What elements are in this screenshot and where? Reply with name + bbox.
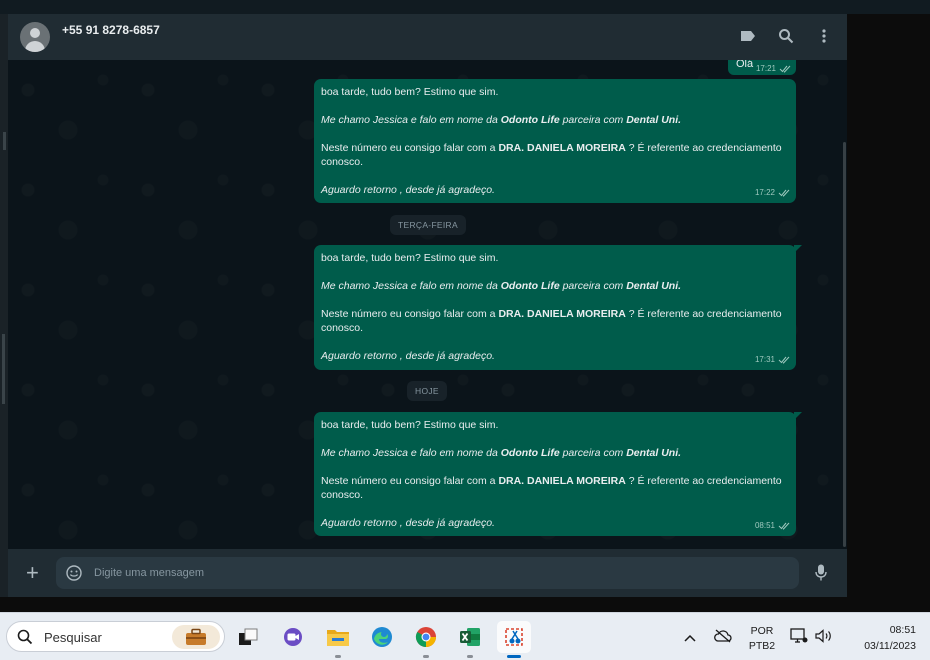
message-text: Olá: [736, 60, 754, 70]
video-call-icon[interactable]: [276, 621, 310, 653]
emoji-icon[interactable]: [66, 565, 82, 586]
day-separator: HOJE: [407, 381, 447, 401]
more-vertical-icon[interactable]: [815, 27, 833, 45]
chrome-browser-icon[interactable]: [409, 621, 443, 658]
search-label: Pesquisar: [44, 630, 102, 645]
message-line: Me chamo Jessica e falo em nome da Odont…: [321, 447, 682, 459]
message-line: Aguardo retorno , desde já agradeço.: [321, 517, 495, 529]
windows-taskbar: Pesquisar POR PTB2 08:51 03/11/2023: [0, 612, 930, 660]
search-icon: [17, 629, 33, 650]
day-separator: TERÇA-FEIRA: [390, 215, 466, 235]
message-line: Me chamo Jessica e falo em nome da Odont…: [321, 280, 682, 292]
message-composer: + Digite uma mensagem: [8, 549, 847, 597]
file-explorer-icon[interactable]: [321, 621, 355, 658]
task-view-icon[interactable]: [231, 621, 265, 653]
message-time: 17:22: [754, 188, 775, 197]
double-check-icon: [779, 65, 791, 73]
volume-icon[interactable]: [815, 629, 833, 648]
briefcase-icon[interactable]: [172, 625, 220, 649]
message-line: boa tarde, tudo bem? Estimo que sim.: [321, 252, 499, 264]
double-check-icon: [778, 356, 790, 364]
desktop-background: [847, 14, 930, 612]
left-panel-edge: [0, 14, 8, 612]
message-line: boa tarde, tudo bem? Estimo que sim.: [321, 419, 499, 431]
show-hidden-icons-chevron-icon[interactable]: [683, 630, 697, 648]
message-bubble[interactable]: boa tarde, tudo bem? Estimo que sim. Me …: [314, 79, 796, 203]
message-line: conosco.: [321, 156, 364, 168]
message-line: Neste número eu consigo falar com a DRA.…: [321, 475, 782, 487]
clock-date: 03/11/2023: [864, 640, 916, 652]
snipping-tool-icon[interactable]: [497, 621, 531, 658]
double-check-icon: [778, 522, 790, 530]
message-input-placeholder: Digite uma mensagem: [94, 567, 205, 579]
message-bubble[interactable]: boa tarde, tudo bem? Estimo que sim. Me …: [314, 245, 802, 370]
double-check-icon: [778, 189, 790, 197]
message-input[interactable]: Digite uma mensagem: [56, 557, 799, 589]
window-bottom-strip: [0, 597, 847, 612]
contact-name[interactable]: +55 91 8278-6857: [62, 23, 160, 37]
edge-browser-icon[interactable]: [365, 621, 399, 653]
excel-icon[interactable]: [453, 621, 487, 658]
chat-header: +55 91 8278-6857: [8, 14, 847, 60]
message-line: Aguardo retorno , desde já agradeço.: [321, 184, 495, 196]
message-line: Neste número eu consigo falar com a DRA.…: [321, 308, 782, 320]
window-top-strip: [0, 0, 930, 14]
message-line: Me chamo Jessica e falo em nome da Odont…: [321, 114, 682, 126]
message-line: Neste número eu consigo falar com a DRA.…: [321, 142, 782, 154]
message-line: conosco.: [321, 489, 364, 501]
contact-avatar[interactable]: [20, 22, 50, 52]
attach-plus-icon[interactable]: +: [26, 562, 39, 584]
message-time: 08:51: [754, 521, 775, 530]
message-line: boa tarde, tudo bem? Estimo que sim.: [321, 86, 499, 98]
message-time: 17:21: [755, 64, 776, 73]
message-bubble[interactable]: boa tarde, tudo bem? Estimo que sim. Me …: [314, 412, 802, 536]
message-line: conosco.: [321, 322, 364, 334]
taskbar-clock[interactable]: 08:51 03/11/2023: [846, 622, 916, 654]
search-icon[interactable]: [777, 27, 795, 45]
onedrive-cloud-off-icon[interactable]: [714, 629, 732, 648]
message-line: Aguardo retorno , desde já agradeço.: [321, 350, 495, 362]
chat-scrollbar[interactable]: [843, 142, 846, 547]
microphone-icon[interactable]: [815, 564, 827, 586]
network-icon[interactable]: [790, 628, 808, 649]
label-icon[interactable]: [739, 27, 757, 45]
taskbar-search[interactable]: Pesquisar: [6, 621, 225, 652]
input-language-indicator[interactable]: POR PTB2: [746, 624, 778, 654]
clock-time: 08:51: [889, 624, 916, 636]
message-time: 17:31: [754, 355, 775, 364]
chat-messages-area[interactable]: Olá 17:21 boa tarde, tudo bem? Estimo qu…: [8, 60, 847, 549]
message-bubble[interactable]: Olá 17:21: [728, 60, 796, 75]
